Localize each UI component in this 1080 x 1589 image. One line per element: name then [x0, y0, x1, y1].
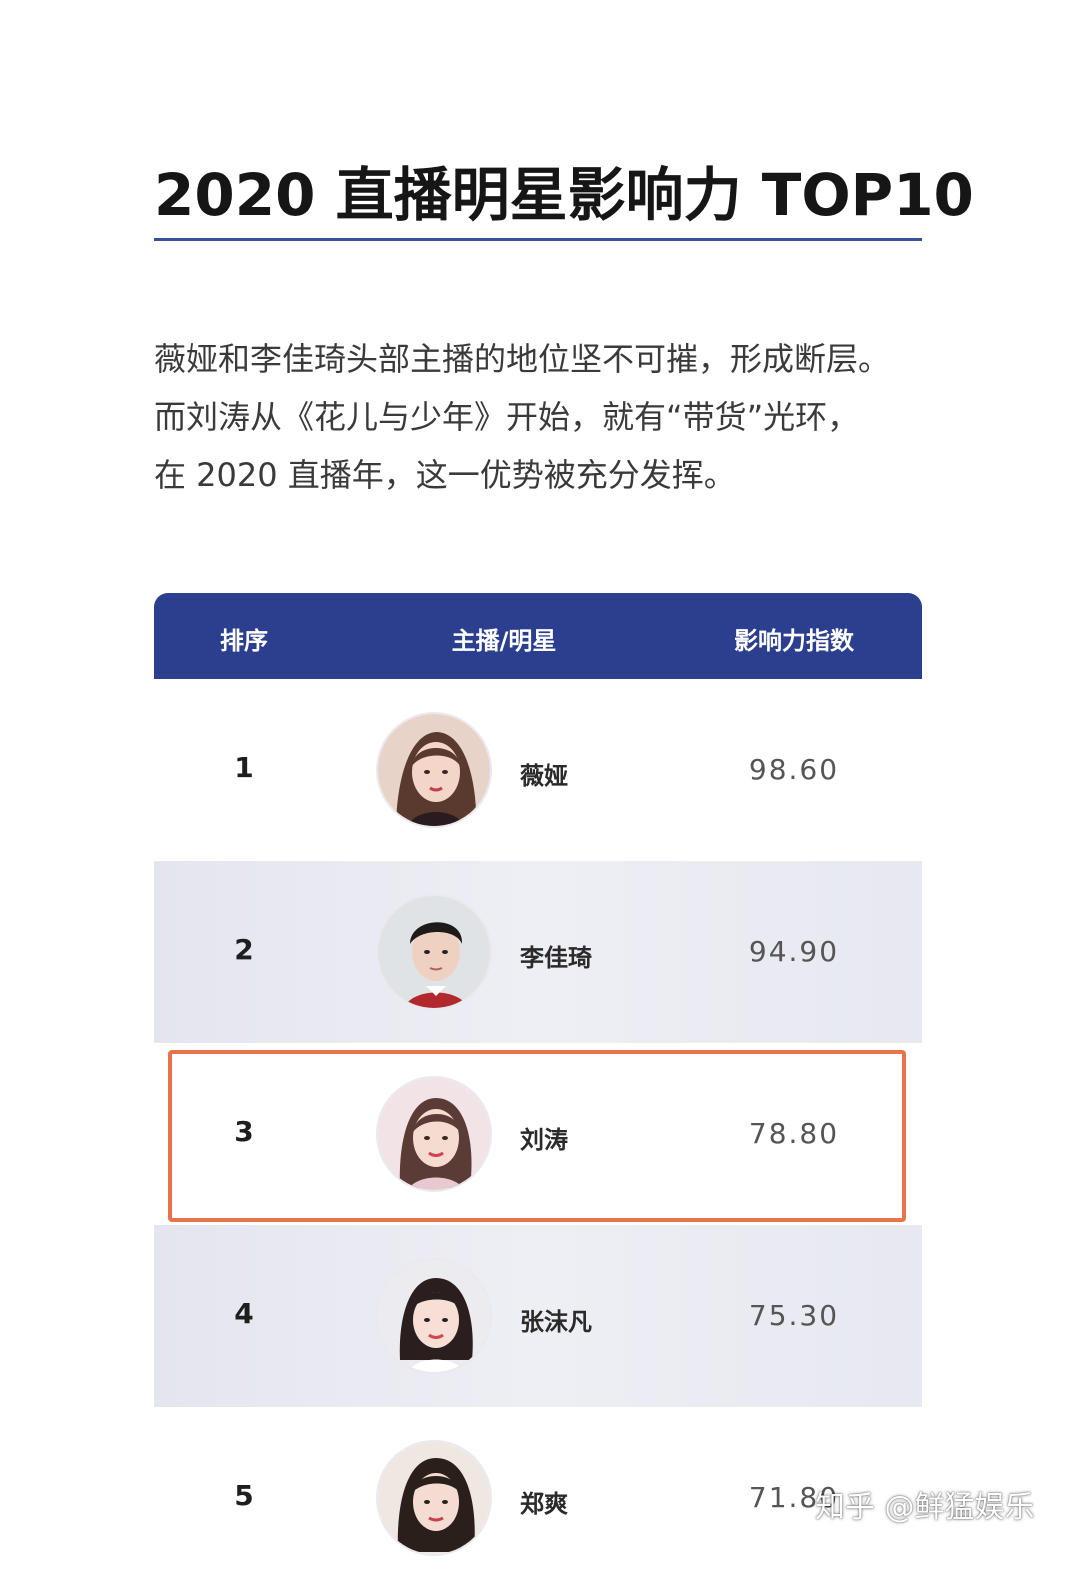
rank-number: 4: [234, 1297, 254, 1330]
streamer-name: 张沫凡: [520, 1308, 592, 1336]
intro-line: 在 2020 直播年，这一优势被充分发挥。: [154, 456, 736, 494]
title-divider: [154, 238, 922, 241]
rank-number: 1: [234, 751, 254, 784]
header-name: 主播/明星: [451, 627, 557, 655]
rank-number: 5: [234, 1479, 254, 1512]
rank-number: 3: [234, 1115, 254, 1148]
table-row: 5 郑爽 71.80: [154, 1407, 922, 1589]
intro-paragraph: 薇娅和李佳琦头部主播的地位坚不可摧，形成断层。 而刘涛从《花儿与少年》开始，就有…: [154, 330, 934, 504]
table-row: 3 刘涛 78.80: [154, 1043, 922, 1225]
streamer-name: 刘涛: [520, 1126, 568, 1154]
table-header: 排序 主播/明星 影响力指数: [154, 593, 922, 679]
watermark: 知乎 @鲜猛娱乐: [815, 1490, 1035, 1525]
table-row: 1 薇娅 98.60: [154, 679, 922, 861]
table-row: 2 李佳琦 94.90: [154, 861, 922, 1043]
portrait-woman-icon: [376, 1076, 492, 1192]
influence-score: 98.60: [748, 753, 840, 786]
page-title: 2020 直播明星影响力 TOP10: [154, 161, 974, 229]
portrait-woman-icon: [376, 1258, 492, 1374]
influence-score: 78.80: [748, 1117, 840, 1150]
header-score: 影响力指数: [734, 627, 854, 655]
rank-number: 2: [234, 933, 254, 966]
table-row: 4 张沫凡 75.30: [154, 1225, 922, 1407]
portrait-woman-icon: [376, 1440, 492, 1556]
intro-line: 薇娅和李佳琦头部主播的地位坚不可摧，形成断层。: [154, 340, 891, 378]
ranking-table: 排序 主播/明星 影响力指数 1 薇娅 98.60 2 李佳琦 94.90 3 …: [154, 593, 922, 1589]
streamer-name: 薇娅: [520, 762, 568, 790]
portrait-man-icon: [376, 894, 492, 1010]
influence-score: 75.30: [748, 1299, 840, 1332]
portrait-woman-icon: [376, 712, 492, 828]
intro-line: 而刘涛从《花儿与少年》开始，就有“带货”光环，: [154, 398, 860, 436]
streamer-name: 郑爽: [520, 1490, 568, 1518]
influence-score: 94.90: [748, 935, 840, 968]
streamer-name: 李佳琦: [520, 944, 592, 972]
header-rank: 排序: [220, 627, 268, 655]
